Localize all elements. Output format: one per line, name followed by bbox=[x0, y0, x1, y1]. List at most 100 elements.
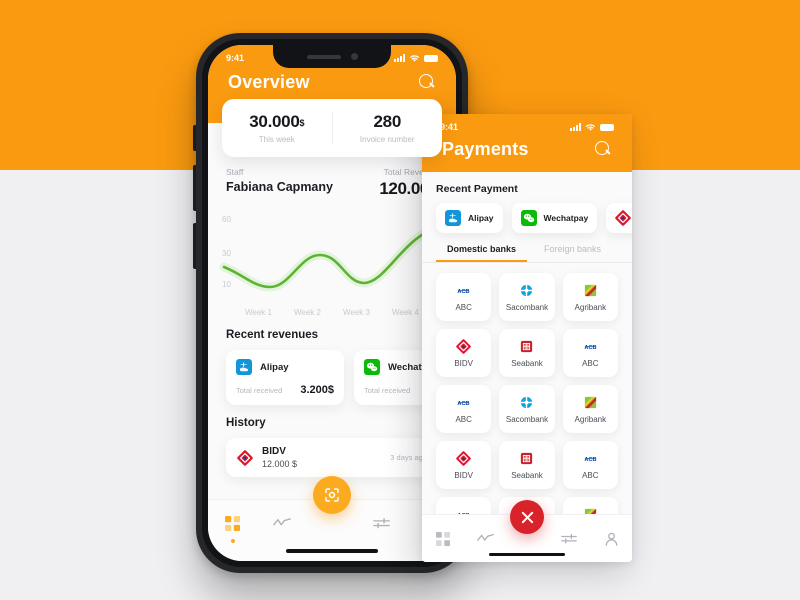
device-mute-switch bbox=[193, 125, 196, 151]
recent-payment-wiretransfer[interactable]: Wiretransfer bbox=[606, 203, 632, 233]
search-icon[interactable] bbox=[419, 74, 436, 91]
front-camera bbox=[350, 53, 358, 60]
card-top: Alipay bbox=[236, 359, 334, 375]
revenue-card-value: 3.200$ bbox=[300, 384, 334, 396]
scan-fab-button[interactable] bbox=[313, 476, 351, 514]
chart-line-icon bbox=[476, 533, 494, 541]
revenue-card-name: Alipay bbox=[260, 361, 289, 373]
staff-name: Fabiana Capmany bbox=[226, 180, 333, 194]
tab-filter[interactable] bbox=[556, 528, 582, 550]
stat-currency: $ bbox=[299, 118, 305, 128]
chart-y-tick: 60 bbox=[222, 215, 231, 224]
bank-name: Seabank bbox=[511, 358, 543, 368]
history-row-bidv[interactable]: BIDV 12.000 $ 3 days ago bbox=[226, 438, 438, 477]
recent-payment-title: Recent Payment bbox=[436, 183, 518, 195]
bank-cell-bidv[interactable]: BIDV bbox=[436, 441, 492, 489]
bank-cell-abc[interactable]: ACB ABC bbox=[436, 385, 492, 433]
close-icon bbox=[521, 511, 533, 523]
acb-icon: ACB bbox=[584, 457, 596, 463]
phone2-header: 9:41 Payments bbox=[422, 114, 632, 172]
chart-x-tick: Week 2 bbox=[294, 308, 321, 317]
chart-svg bbox=[219, 222, 445, 292]
bank-name: Agribank bbox=[574, 414, 607, 424]
stat-value: 280 bbox=[373, 112, 402, 131]
summary-stat-card: 30.000$ This week 280 Invoice number bbox=[222, 99, 442, 157]
bank-category-tabs: Domestic banks Foreign banks bbox=[422, 244, 632, 262]
bank-cell-abc[interactable]: ACB ABC bbox=[562, 441, 618, 489]
bank-cell-seabank[interactable]: Seabank bbox=[499, 441, 555, 489]
bank-cell-agribank[interactable]: Agribank bbox=[562, 385, 618, 433]
svg-text:ACB: ACB bbox=[584, 457, 596, 463]
stat-label: Invoice number bbox=[359, 135, 415, 144]
stat-invoice-number: 280 Invoice number bbox=[333, 112, 443, 144]
tab-profile[interactable] bbox=[598, 528, 624, 550]
agribank-icon bbox=[584, 284, 596, 296]
home-indicator[interactable] bbox=[489, 552, 565, 556]
bank-name: ABC bbox=[455, 302, 472, 312]
sacombank-icon bbox=[521, 396, 533, 408]
device-notch bbox=[273, 45, 391, 68]
acb-icon: ACB bbox=[584, 345, 596, 351]
recent-revenues-title: Recent revenues bbox=[226, 329, 319, 341]
chart-x-tick: Week 3 bbox=[343, 308, 370, 317]
cellular-signal-icon bbox=[394, 54, 405, 62]
status-time: 9:41 bbox=[440, 122, 459, 132]
chart-x-tick: Week 1 bbox=[245, 308, 272, 317]
recent-payment-alipay[interactable]: Alipay bbox=[436, 203, 503, 233]
close-fab-button[interactable] bbox=[510, 500, 544, 534]
bank-name: Sacombank bbox=[505, 414, 549, 424]
phone1-body: 30.000$ This week 280 Invoice number Sta… bbox=[208, 99, 456, 477]
history-amount: 12.000 $ bbox=[262, 459, 298, 469]
bank-cell-agribank[interactable]: Agribank bbox=[562, 273, 618, 321]
bank-cell-bidv[interactable]: BIDV bbox=[436, 329, 492, 377]
bank-cell-abc[interactable]: ACB ABC bbox=[436, 273, 492, 321]
bank-cell-sacombank[interactable]: Sacombank bbox=[499, 385, 555, 433]
history-row-text: BIDV 12.000 $ bbox=[262, 446, 297, 469]
search-icon[interactable] bbox=[595, 141, 612, 158]
bank-cell-sacombank[interactable]: Sacombank bbox=[499, 273, 555, 321]
status-time: 9:41 bbox=[226, 53, 245, 63]
device-volume-up bbox=[193, 165, 196, 211]
svg-text:ACB: ACB bbox=[458, 289, 470, 295]
tab-dashboard[interactable] bbox=[220, 512, 246, 543]
filter-icon bbox=[373, 518, 390, 529]
bank-name: ABC bbox=[582, 470, 599, 480]
tab-dashboard[interactable] bbox=[430, 528, 456, 550]
seabank-icon bbox=[521, 340, 533, 352]
battery-icon bbox=[600, 123, 614, 131]
status-indicators bbox=[394, 54, 438, 63]
recent-payment-list: Alipay Wechatpay bbox=[422, 195, 632, 233]
revenue-card-alipay[interactable]: Alipay Total received 3.200$ bbox=[226, 350, 344, 405]
tab-statistics[interactable] bbox=[472, 528, 498, 550]
stat-value-wrap: 30.000$ bbox=[222, 112, 332, 132]
earpiece-speaker bbox=[306, 54, 341, 59]
tab-filter[interactable] bbox=[369, 512, 395, 534]
bidv-icon bbox=[237, 449, 253, 466]
phone1-screen: 9:41 Overview 30.000$ This week 280 Invo… bbox=[208, 45, 456, 561]
home-indicator[interactable] bbox=[286, 549, 378, 553]
active-tab-indicator bbox=[230, 539, 235, 543]
bank-name: ABC bbox=[455, 414, 472, 424]
tab-domestic-banks[interactable]: Domestic banks bbox=[436, 244, 527, 262]
stat-label: This week bbox=[258, 135, 295, 144]
recent-payment-wechatpay[interactable]: Wechatpay bbox=[511, 203, 598, 233]
bank-name: ABC bbox=[582, 358, 599, 368]
history-bank-name: BIDV bbox=[262, 446, 286, 457]
page-title: Payments bbox=[442, 139, 529, 159]
page-title: Overview bbox=[228, 72, 310, 92]
agribank-icon bbox=[584, 396, 596, 408]
tab-statistics[interactable] bbox=[269, 512, 295, 534]
bank-cell-seabank[interactable]: Seabank bbox=[499, 329, 555, 377]
wechatpay-icon bbox=[364, 359, 380, 375]
acb-icon: ACB bbox=[458, 401, 470, 407]
tab-foreign-banks[interactable]: Foreign banks bbox=[527, 244, 618, 262]
bank-name: BIDV bbox=[454, 358, 473, 368]
recent-revenues-list: Alipay Total received 3.200$ Wechatpay T… bbox=[208, 341, 456, 405]
chart-line-icon bbox=[273, 518, 292, 526]
bank-cell-abc[interactable]: ACB ABC bbox=[562, 329, 618, 377]
revenue-card-caption: Total received bbox=[236, 386, 283, 395]
svg-text:ACB: ACB bbox=[584, 345, 596, 351]
recent-payment-name: Alipay bbox=[468, 213, 494, 223]
filter-icon bbox=[561, 533, 577, 544]
seabank-icon bbox=[521, 452, 533, 464]
